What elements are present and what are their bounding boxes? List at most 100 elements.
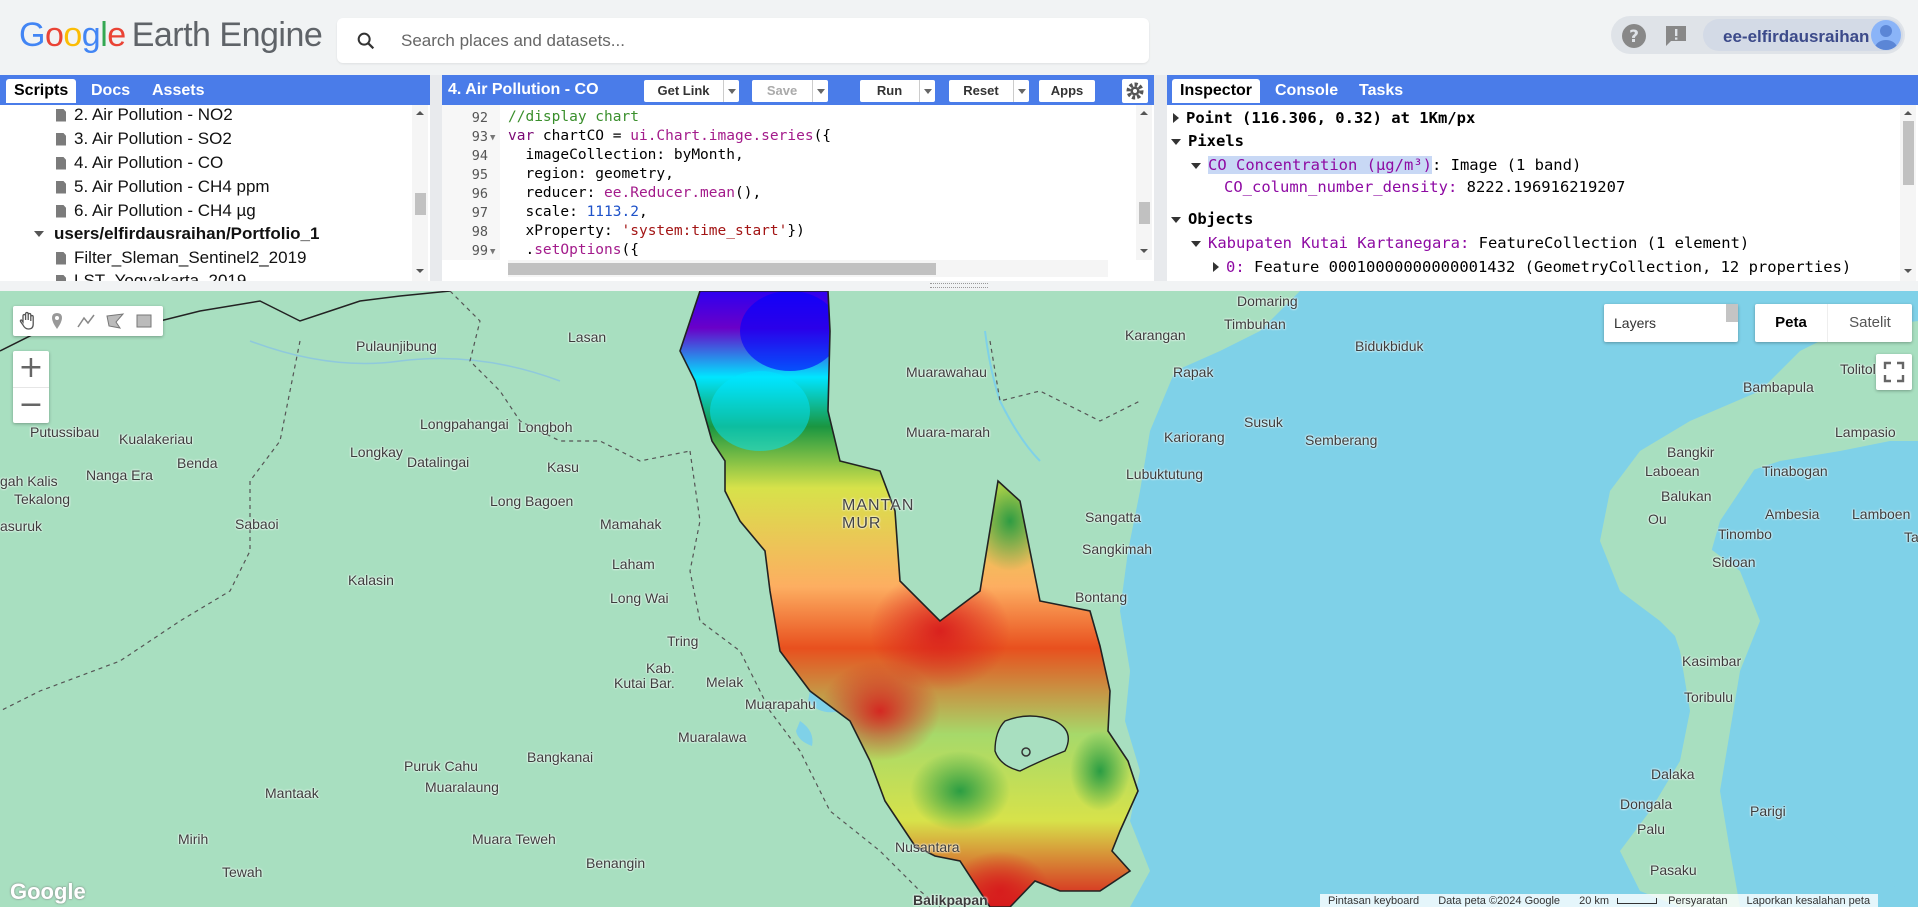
feature-row[interactable]: 0: Feature 00010000000000001432 (Geometr… [1213, 257, 1851, 278]
tree-item[interactable]: 4. Air Pollution - CO [56, 152, 223, 174]
line-number: 95 [471, 167, 488, 183]
tree-scrollbar[interactable] [412, 105, 428, 281]
tab-docs[interactable]: Docs [83, 79, 138, 103]
chevron-down-icon[interactable] [723, 80, 739, 102]
apps-button[interactable]: Apps [1039, 80, 1095, 102]
place-label: Sidoan [1712, 554, 1756, 570]
tree-item[interactable]: 2. Air Pollution - NO2 [56, 105, 233, 126]
panel-splitter[interactable] [430, 75, 442, 281]
tree-item[interactable]: 3. Air Pollution - SO2 [56, 128, 232, 150]
layers-button[interactable]: Layers [1604, 304, 1738, 342]
tree-item[interactable]: 5. Air Pollution - CH4 ppm [56, 176, 270, 198]
code-line[interactable]: reducer: ee.Reducer.mean(), [508, 185, 761, 204]
tab-inspector[interactable]: Inspector [1172, 79, 1261, 103]
place-label: Bidukbiduk [1355, 338, 1424, 354]
inspector-scrollbar[interactable] [1900, 105, 1916, 281]
map-type-peta[interactable]: Peta [1755, 304, 1827, 342]
scroll-thumb[interactable] [1139, 202, 1150, 224]
fold-arrow-icon[interactable]: ▼ [490, 247, 495, 257]
scroll-up-icon[interactable] [1900, 107, 1916, 119]
tab-scripts[interactable]: Scripts [6, 79, 77, 103]
collapse-arrow-icon[interactable] [1191, 162, 1201, 169]
code-editor[interactable]: 92 93 ▼ 94 95 96 97 98 99 ▼ //display char… [442, 105, 1154, 281]
map-data-credit: Data peta ©2024 Google [1438, 895, 1561, 907]
save-button[interactable]: Save [752, 80, 828, 102]
left-tabbar: Scripts Docs Assets [0, 75, 430, 105]
tree-item[interactable]: Filter_Sleman_Sentinel2_2019 [56, 247, 307, 269]
map-view[interactable]: Domaring Timbuhan Karangan Bidukbiduk Pu… [0, 291, 1918, 907]
settings-button[interactable] [1122, 79, 1148, 103]
editor-vscrollbar[interactable] [1136, 105, 1152, 260]
account-button[interactable]: ee-elfirdausraihan [1703, 19, 1903, 51]
point-row[interactable]: Point (116.306, 0.32) at 1Km/px [1173, 108, 1475, 129]
tree-item[interactable]: LST_Yogyakarta_2019 [56, 270, 246, 281]
scroll-down-icon[interactable] [1900, 265, 1916, 277]
scroll-down-icon[interactable] [1136, 245, 1152, 257]
code-line[interactable]: .setOptions({ [508, 242, 639, 261]
point-marker-icon[interactable] [46, 310, 68, 332]
report-error-link[interactable]: Laporkan kesalahan peta [1747, 895, 1871, 907]
reset-button[interactable]: Reset [949, 80, 1029, 102]
help-icon[interactable]: ? [1621, 23, 1647, 49]
pan-hand-icon[interactable] [17, 310, 39, 332]
pixels-row[interactable]: Pixels [1171, 131, 1244, 152]
tab-tasks[interactable]: Tasks [1351, 79, 1411, 103]
search-box[interactable] [337, 18, 1149, 63]
tree-item[interactable]: 6. Air Pollution - CH4 µg [56, 200, 256, 222]
scroll-thumb[interactable] [508, 263, 936, 275]
map-canvas[interactable] [0, 291, 1918, 907]
code-line[interactable]: imageCollection: byMonth, [508, 147, 743, 166]
terms-link[interactable]: Persyaratan [1668, 895, 1727, 907]
objects-row[interactable]: Objects [1171, 209, 1253, 230]
tab-console[interactable]: Console [1267, 79, 1346, 103]
place-label: Lasan [568, 329, 607, 345]
layer-row[interactable]: CO Concentration (µg/m³): Image (1 band) [1191, 155, 1581, 176]
run-button[interactable]: Run [860, 80, 935, 102]
feature-collection-row[interactable]: Kabupaten Kutai Kartanegara: FeatureColl… [1191, 233, 1749, 254]
chevron-down-icon[interactable] [812, 80, 828, 102]
code-line[interactable]: region: geometry, [508, 166, 673, 185]
line-number: 98 [471, 224, 488, 240]
map-resize-handle[interactable] [930, 283, 988, 288]
code-line[interactable]: //display chart [508, 109, 639, 128]
keyboard-shortcuts-link[interactable]: Pintasan keyboard [1328, 895, 1419, 907]
get-link-button[interactable]: Get Link [644, 80, 739, 102]
river [984, 330, 1041, 462]
scroll-up-icon[interactable] [1136, 107, 1152, 119]
rectangle-draw-icon[interactable] [133, 310, 155, 332]
chevron-down-icon[interactable] [1013, 80, 1029, 102]
editor-hscrollbar[interactable] [508, 260, 1108, 277]
chevron-down-icon[interactable] [919, 80, 935, 102]
panel-splitter[interactable] [1154, 75, 1167, 281]
code-line[interactable]: var chartCO = ui.Chart.image.series({ [508, 128, 831, 147]
tree-folder[interactable]: users/elfirdausraihan/Portfolio_1 [34, 223, 319, 245]
place-label: Balukan [1661, 488, 1712, 504]
fullscreen-button[interactable] [1876, 354, 1912, 390]
avatar[interactable] [1871, 20, 1901, 50]
scroll-thumb[interactable] [415, 193, 426, 215]
scroll-down-icon[interactable] [412, 265, 428, 277]
earth-engine-logo[interactable]: Google Earth Engine [19, 16, 323, 55]
collapse-arrow-icon[interactable] [1171, 216, 1181, 223]
place-label: Longboh [518, 419, 573, 435]
expand-arrow-icon[interactable] [1213, 262, 1219, 272]
scroll-thumb[interactable] [1903, 121, 1914, 185]
expand-arrow-icon[interactable] [1173, 113, 1179, 123]
collapse-arrow-icon[interactable] [1171, 138, 1181, 145]
chevron-down-icon[interactable] [34, 231, 44, 237]
scroll-up-icon[interactable] [412, 107, 428, 119]
collapse-arrow-icon[interactable] [1191, 240, 1201, 247]
polygon-draw-icon[interactable] [104, 310, 126, 332]
zoom-in-button[interactable]: + [13, 351, 49, 387]
zoom-out-button[interactable]: − [13, 387, 49, 423]
code-line[interactable]: xProperty: 'system:time_start'}) [508, 223, 804, 242]
tab-assets[interactable]: Assets [144, 79, 212, 103]
feedback-icon[interactable] [1663, 23, 1689, 49]
region-label: MUR [842, 515, 882, 532]
search-input[interactable] [401, 28, 1121, 54]
fold-arrow-icon[interactable]: ▼ [490, 133, 495, 143]
code-line[interactable]: scale: 1113.2, [508, 204, 647, 223]
place-label: Puruk Cahu [404, 758, 478, 774]
map-type-satelit[interactable]: Satelit [1827, 304, 1912, 342]
line-draw-icon[interactable] [75, 310, 97, 332]
